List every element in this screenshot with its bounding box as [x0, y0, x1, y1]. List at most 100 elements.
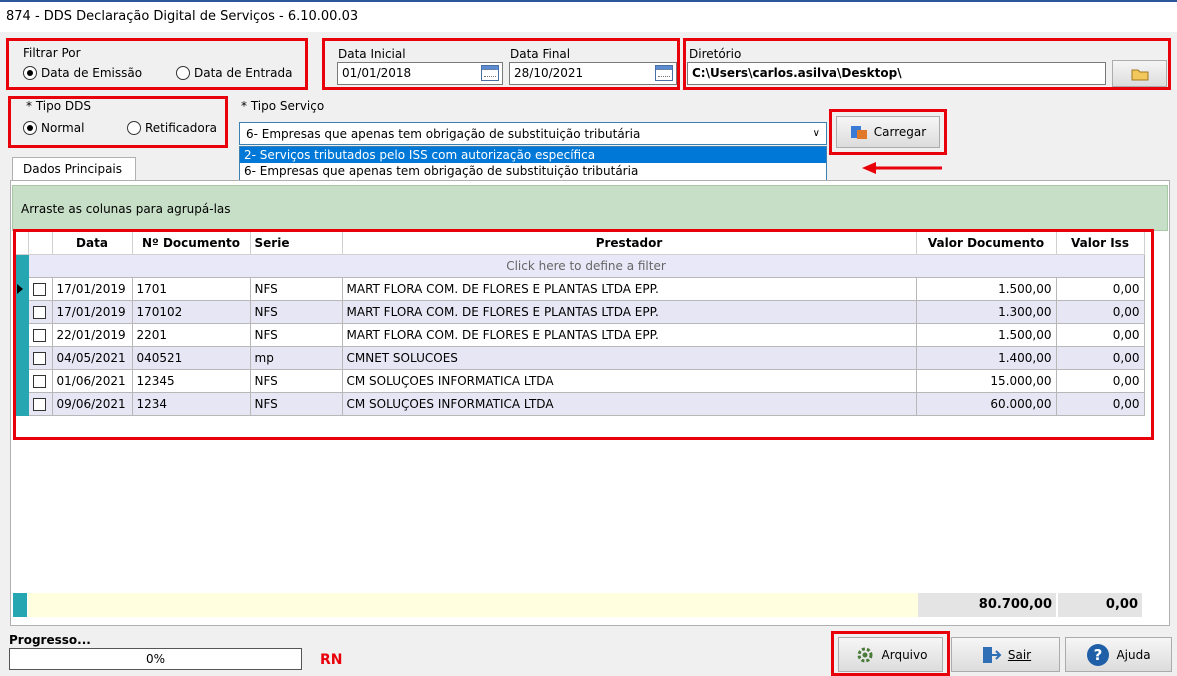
cell-valor-documento: 15.000,00: [916, 369, 1057, 393]
cell-serie: NFS: [250, 277, 343, 301]
col-header-prestador[interactable]: Prestador: [342, 232, 917, 255]
cell-valor-iss: 0,00: [1056, 346, 1145, 370]
row-checkbox[interactable]: [28, 369, 53, 393]
checkbox[interactable]: [32, 351, 46, 365]
row-checkbox[interactable]: [28, 300, 53, 324]
cell-prestador: CM SOLUÇOES INFORMATICA LTDA: [342, 392, 917, 416]
radio-indicator: [127, 121, 141, 135]
col-header-serie[interactable]: Serie: [250, 232, 343, 255]
tipo-servico-value: 6- Empresas que apenas tem obrigação de …: [246, 126, 641, 141]
browse-folder-button[interactable]: [1112, 60, 1167, 87]
tipo-servico-select[interactable]: 6- Empresas que apenas tem obrigação de …: [239, 122, 827, 145]
dropdown-option[interactable]: 2- Serviços tributados pelo ISS com auto…: [240, 147, 826, 163]
radio-retificadora[interactable]: Retificadora: [127, 121, 217, 135]
progress-value: 0%: [145, 652, 166, 666]
folder-icon: [1131, 69, 1148, 80]
load-icon: [850, 126, 867, 139]
cell-valor-documento: 1.300,00: [916, 300, 1057, 324]
row-checkbox[interactable]: [28, 277, 53, 301]
row-checkbox[interactable]: [28, 346, 53, 370]
sair-button[interactable]: Sair: [951, 637, 1060, 672]
cell-valor-documento: 1.500,00: [916, 277, 1057, 301]
tab-dados-principais[interactable]: Dados Principais: [12, 157, 136, 181]
data-final-value: 28/10/2021: [514, 66, 584, 80]
cell-prestador: MART FLORA COM. DE FLORES E PLANTAS LTDA…: [342, 300, 917, 324]
cell-serie: NFS: [250, 300, 343, 324]
data-final-label: Data Final: [510, 47, 571, 61]
diretorio-field[interactable]: C:\Users\carlos.asilva\Desktop\: [687, 62, 1106, 85]
table-row[interactable]: 17/01/2019 170102 NFS MART FLORA COM. DE F…: [16, 300, 1145, 324]
cell-data: 04/05/2021: [52, 346, 133, 370]
filter-icon: [16, 254, 29, 278]
progress-bar: 0%: [9, 648, 302, 670]
row-checkbox[interactable]: [28, 323, 53, 347]
col-header-valor-documento[interactable]: Valor Documento: [916, 232, 1057, 255]
cell-serie: NFS: [250, 323, 343, 347]
cell-serie: NFS: [250, 369, 343, 393]
cell-valor-iss: 0,00: [1056, 392, 1145, 416]
cell-valor-iss: 0,00: [1056, 300, 1145, 324]
cell-documento: 1701: [132, 277, 251, 301]
carregar-button[interactable]: Carregar: [836, 116, 940, 148]
exit-icon: [982, 646, 1002, 663]
diretorio-value: C:\Users\carlos.asilva\Desktop\: [692, 66, 902, 80]
cell-documento: 12345: [132, 369, 251, 393]
progresso-label: Progresso...: [9, 633, 91, 647]
checkbox[interactable]: [32, 374, 46, 388]
table-row[interactable]: 04/05/2021 040521 mp CMNET SOLUCOES 1.400,00…: [16, 346, 1145, 370]
table-row[interactable]: 01/06/2021 12345 NFS CM SOLUÇOES INFORMATIC…: [16, 369, 1145, 393]
checkbox[interactable]: [32, 397, 46, 411]
cell-documento: 2201: [132, 323, 251, 347]
group-by-area[interactable]: Arraste as colunas para agrupá-las: [12, 185, 1168, 231]
arquivo-button[interactable]: Arquivo: [838, 637, 943, 672]
tipo-dds-label: * Tipo DDS: [26, 99, 91, 113]
cell-valor-iss: 0,00: [1056, 277, 1145, 301]
footer-indicator: [13, 593, 27, 617]
current-row-arrow-icon: [17, 283, 23, 294]
checkbox[interactable]: [32, 305, 46, 319]
cell-prestador: MART FLORA COM. DE FLORES E PLANTAS LTDA…: [342, 277, 917, 301]
data-final-field[interactable]: 28/10/2021: [509, 62, 677, 85]
row-indicator: [16, 346, 29, 370]
row-indicator: [16, 323, 29, 347]
calendar-icon[interactable]: [481, 65, 499, 81]
filter-row[interactable]: Click here to define a filter: [28, 254, 1145, 278]
cell-data: 17/01/2019: [52, 300, 133, 324]
cell-serie: mp: [250, 346, 343, 370]
row-indicator: [16, 369, 29, 393]
data-inicial-field[interactable]: 01/01/2018: [337, 62, 503, 85]
cell-documento: 170102: [132, 300, 251, 324]
table-row[interactable]: 22/01/2019 2201 NFS MART FLORA COM. DE FLO…: [16, 323, 1145, 347]
col-header-documento[interactable]: Nº Documento: [132, 232, 251, 255]
cell-valor-documento: 60.000,00: [916, 392, 1057, 416]
cell-prestador: CM SOLUÇOES INFORMATICA LTDA: [342, 369, 917, 393]
help-icon: ?: [1087, 643, 1110, 666]
table-row[interactable]: 09/06/2021 1234 NFS CM SOLUÇOES INFORMATICA…: [16, 392, 1145, 416]
row-indicator: [16, 300, 29, 324]
tipo-servico-label: * Tipo Serviço: [241, 99, 325, 113]
radio-data-emissao[interactable]: Data de Emissão: [23, 66, 142, 80]
checkbox[interactable]: [32, 282, 46, 296]
cell-prestador: CMNET SOLUCOES: [342, 346, 917, 370]
data-inicial-value: 01/01/2018: [342, 66, 412, 80]
col-header-valor-iss[interactable]: Valor Iss: [1056, 232, 1145, 255]
col-header-data[interactable]: Data: [52, 232, 133, 255]
cell-data: 09/06/2021: [52, 392, 133, 416]
dropdown-option[interactable]: 6- Empresas que apenas tem obrigação de …: [240, 163, 826, 179]
ajuda-button[interactable]: ? Ajuda: [1065, 637, 1172, 672]
row-checkbox[interactable]: [28, 392, 53, 416]
radio-data-entrada[interactable]: Data de Entrada: [176, 66, 292, 80]
cell-prestador: MART FLORA COM. DE FLORES E PLANTAS LTDA…: [342, 323, 917, 347]
col-check-header: [28, 232, 53, 255]
calendar-icon[interactable]: [655, 65, 673, 81]
gear-icon: [857, 647, 873, 662]
cell-data: 01/06/2021: [52, 369, 133, 393]
cell-data: 22/01/2019: [52, 323, 133, 347]
cell-documento: 1234: [132, 392, 251, 416]
table-row[interactable]: 17/01/2019 1701 NFS MART FLORA COM. DE FLO…: [16, 277, 1145, 301]
diretorio-label: Diretório: [689, 47, 742, 61]
cell-serie: NFS: [250, 392, 343, 416]
checkbox[interactable]: [32, 328, 46, 342]
radio-normal[interactable]: Normal: [23, 121, 84, 135]
total-valor-iss: 0,00: [1058, 593, 1142, 617]
